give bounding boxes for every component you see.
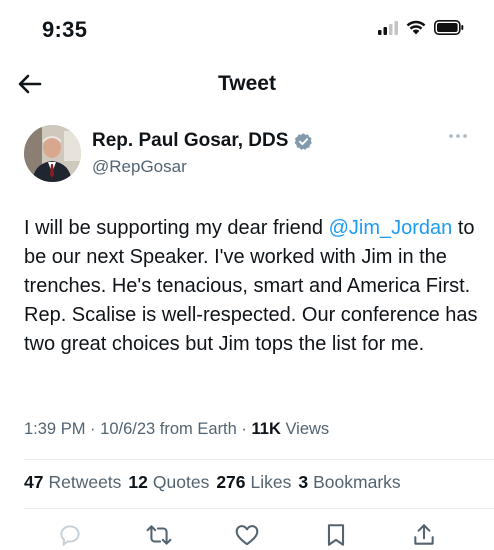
tweet-author: Rep. Paul Gosar, DDS @RepGosar [24, 125, 474, 185]
avatar[interactable] [24, 125, 81, 182]
verified-badge-icon [295, 132, 313, 150]
tweet-time[interactable]: 1:39 PM [24, 420, 85, 438]
more-options-icon[interactable] [448, 131, 468, 141]
status-time: 9:35 [42, 17, 88, 42]
tweet-text: I will be supporting my dear friend @Jim… [24, 214, 479, 359]
status-bar: 9:35 [0, 0, 494, 58]
quotes-stat[interactable]: 12 Quotes [128, 472, 209, 493]
tweet-source: from Earth [159, 420, 237, 438]
header: Tweet [0, 62, 494, 106]
page-title: Tweet [218, 72, 276, 95]
author-handle[interactable]: @RepGosar [92, 157, 187, 177]
bookmark-icon[interactable] [323, 522, 349, 548]
divider [24, 459, 494, 460]
signal-icon [378, 20, 398, 35]
tweet-stats: 47 Retweets 12 Quotes 276 Likes 3 Bookma… [24, 472, 401, 493]
bookmarks-label: Bookmarks [313, 472, 401, 492]
tweet-meta: 1:39 PM · 10/6/23 from Earth · 11K Views [24, 420, 329, 439]
bookmarks-count: 3 [298, 472, 309, 492]
meta-separator: · [90, 420, 101, 438]
likes-count: 276 [216, 472, 246, 492]
author-name-row[interactable]: Rep. Paul Gosar, DDS [92, 130, 313, 152]
retweet-icon[interactable] [146, 522, 172, 548]
quotes-label: Quotes [152, 472, 210, 492]
divider [24, 508, 494, 509]
likes-stat[interactable]: 276 Likes [216, 472, 291, 493]
retweets-count: 47 [24, 472, 44, 492]
quotes-count: 12 [128, 472, 148, 492]
battery-icon [434, 20, 464, 35]
views-label: Views [285, 420, 330, 438]
reply-icon[interactable] [57, 522, 83, 548]
meta-separator: · [241, 420, 252, 438]
share-icon[interactable] [411, 522, 437, 548]
tweet-date[interactable]: 10/6/23 [100, 420, 155, 438]
wifi-icon [406, 20, 426, 35]
views-count: 11K [251, 420, 281, 438]
bookmarks-stat[interactable]: 3 Bookmarks [298, 472, 400, 493]
retweets-label: Retweets [48, 472, 122, 492]
status-icons [378, 20, 464, 35]
tweet-text-before: I will be supporting my dear friend [24, 217, 329, 239]
tweet-actions [0, 520, 494, 550]
retweets-stat[interactable]: 47 Retweets [24, 472, 121, 493]
likes-label: Likes [250, 472, 292, 492]
author-name[interactable]: Rep. Paul Gosar, DDS [92, 130, 288, 152]
like-icon[interactable] [234, 522, 260, 548]
mention-link[interactable]: @Jim_Jordan [329, 217, 453, 239]
